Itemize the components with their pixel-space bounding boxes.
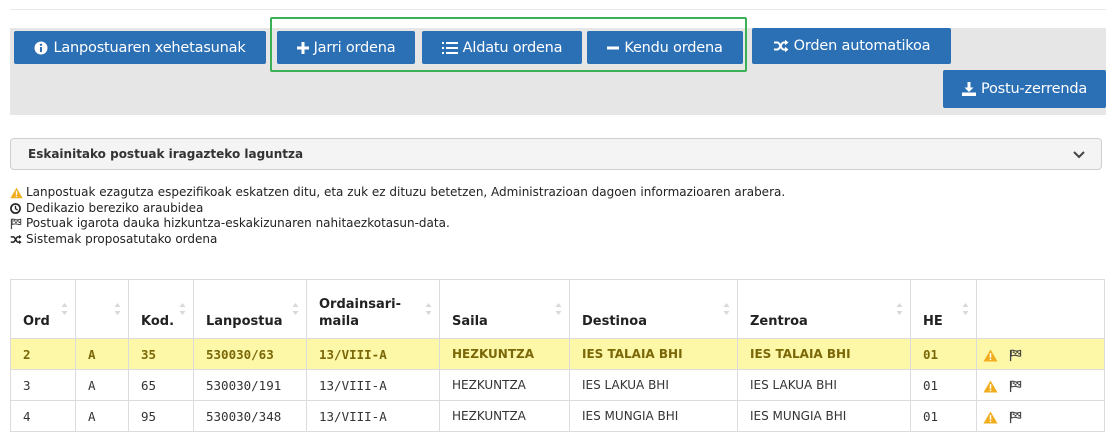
legend-item: Dedikazio bereziko araubidea	[10, 201, 785, 217]
column-header-kod[interactable]: Kod.	[128, 279, 194, 339]
cell-type: A	[75, 338, 129, 370]
add-order-button[interactable]: Jarri ordena	[277, 31, 415, 64]
cell-he: 01	[910, 338, 977, 370]
sort-icon	[114, 303, 121, 315]
cell-zentroa: IES LAKUA BHI	[737, 369, 911, 401]
cell-destinoa: IES LAKUA BHI	[569, 369, 738, 401]
cell-kod: 95	[128, 400, 194, 432]
download-positions-label: Postu-zerrenda	[980, 81, 1088, 97]
top-divider	[10, 0, 1106, 10]
cell-icons	[976, 369, 1105, 401]
cell-lanpostua: 530030/63	[193, 338, 307, 370]
position-details-label: Lanpostuaren xehetasunak	[53, 39, 246, 56]
warning-icon	[10, 187, 23, 199]
flag-icon	[10, 218, 23, 230]
positions-table: Ord Kod. Lanpostua Ordainsari-maila Sail…	[10, 279, 1105, 432]
info-icon	[34, 41, 48, 55]
flag-icon	[1009, 411, 1022, 424]
sort-icon	[896, 303, 903, 315]
warning-icon	[983, 349, 998, 362]
sort-icon	[425, 303, 432, 315]
warning-icon	[983, 380, 998, 393]
cell-type: A	[75, 369, 129, 401]
cell-type: A	[75, 400, 129, 432]
sort-icon	[962, 303, 969, 315]
legend-text: Postuak igarota dauka hizkuntza-eskakizu…	[26, 216, 450, 230]
table-row[interactable]: 2 A 35 530030/63 13/VIII-A HEZKUNTZA IES…	[10, 338, 1105, 370]
column-header-destinoa[interactable]: Destinoa	[569, 279, 738, 339]
legend-text: Sistemak proposatutako ordena	[26, 231, 218, 246]
column-header-saila[interactable]: Saila	[439, 279, 570, 339]
cell-icons	[976, 400, 1105, 432]
random-icon	[773, 39, 789, 53]
download-icon	[961, 82, 976, 96]
legend: Lanpostuak ezagutza espezifikoak eskatze…	[10, 185, 785, 247]
add-order-label: Jarri ordena	[313, 39, 396, 56]
column-header-type[interactable]	[75, 279, 129, 339]
flag-icon	[1009, 380, 1022, 393]
cell-saila: HEZKUNTZA	[439, 400, 570, 432]
cell-destinoa: IES MUNGIA BHI	[569, 400, 738, 432]
cell-kod: 65	[128, 369, 194, 401]
table-header-row: Ord Kod. Lanpostua Ordainsari-maila Sail…	[10, 279, 1105, 339]
cell-ordainsari-maila: 13/VIII-A	[306, 400, 440, 432]
cell-icons	[976, 338, 1105, 370]
column-header-he[interactable]: HE	[910, 279, 977, 339]
legend-text: Lanpostuak ezagutza espezifikoak eskatze…	[26, 185, 786, 199]
remove-order-button[interactable]: Kendu ordena	[587, 31, 743, 64]
cell-ord: 3	[10, 369, 76, 401]
legend-item: Sistemak proposatutako ordena	[10, 232, 785, 248]
cell-zentroa: IES MUNGIA BHI	[737, 400, 911, 432]
cell-lanpostua: 530030/191	[193, 369, 307, 401]
warning-icon	[983, 411, 998, 424]
automatic-order-label: Orden automatikoa	[793, 38, 931, 54]
column-header-icons	[976, 279, 1105, 339]
cell-lanpostua: 530030/348	[193, 400, 307, 432]
remove-order-label: Kendu ordena	[624, 39, 723, 56]
download-positions-button[interactable]: Postu-zerrenda	[943, 70, 1106, 108]
cell-kod: 35	[128, 338, 194, 370]
legend-item: Postuak igarota dauka hizkuntza-eskakizu…	[10, 216, 785, 232]
sort-icon	[61, 303, 68, 315]
column-header-zentroa[interactable]: Zentroa	[737, 279, 911, 339]
cell-saila: HEZKUNTZA	[439, 369, 570, 401]
cell-ordainsari-maila: 13/VIII-A	[306, 369, 440, 401]
cell-saila: HEZKUNTZA	[439, 338, 570, 370]
plus-icon	[296, 41, 309, 54]
modify-order-button[interactable]: Aldatu ordena	[422, 31, 582, 64]
random-icon	[10, 234, 23, 245]
flag-icon	[1009, 349, 1022, 362]
clock-icon	[10, 202, 23, 214]
filter-help-label: Eskainitako postuak iragazteko laguntza	[28, 147, 304, 161]
column-header-ordainsari-maila[interactable]: Ordainsari-maila	[306, 279, 440, 339]
ordered-list-icon	[441, 41, 458, 55]
position-details-button[interactable]: Lanpostuaren xehetasunak	[14, 31, 266, 64]
column-header-ord[interactable]: Ord	[10, 279, 76, 339]
sort-icon	[179, 303, 186, 315]
chevron-down-icon	[1073, 148, 1085, 162]
cell-he: 01	[910, 400, 977, 432]
modify-order-label: Aldatu ordena	[462, 39, 563, 56]
sort-icon	[292, 303, 299, 315]
table-row[interactable]: 4 A 95 530030/348 13/VIII-A HEZKUNTZA IE…	[10, 400, 1105, 432]
cell-he: 01	[910, 369, 977, 401]
filter-help-accordion[interactable]: Eskainitako postuak iragazteko laguntza	[10, 138, 1102, 170]
minus-icon	[607, 42, 620, 54]
cell-destinoa: IES TALAIA BHI	[569, 338, 738, 370]
table-row[interactable]: 3 A 65 530030/191 13/VIII-A HEZKUNTZA IE…	[10, 369, 1105, 401]
cell-ord: 2	[10, 338, 76, 370]
cell-ordainsari-maila: 13/VIII-A	[306, 338, 440, 370]
automatic-order-button[interactable]: Orden automatikoa	[752, 28, 951, 64]
legend-text: Dedikazio bereziko araubidea	[26, 200, 204, 215]
sort-icon	[555, 303, 562, 315]
legend-item: Lanpostuak ezagutza espezifikoak eskatze…	[10, 185, 785, 201]
cell-ord: 4	[10, 400, 76, 432]
column-header-lanpostua[interactable]: Lanpostua	[193, 279, 307, 339]
sort-icon	[723, 303, 730, 315]
cell-zentroa: IES TALAIA BHI	[737, 338, 911, 370]
